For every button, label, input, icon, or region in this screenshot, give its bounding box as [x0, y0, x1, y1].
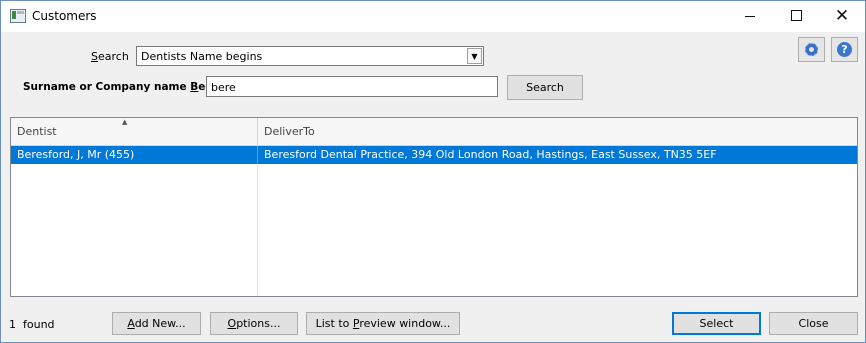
options-accel: O — [227, 317, 237, 330]
cell-deliverto[interactable]: Beresford Dental Practice, 394 Old Londo… — [258, 146, 857, 164]
name-begins-value: bere — [211, 81, 236, 94]
maximize-icon — [790, 10, 802, 21]
table-row[interactable]: Beresford, J, Mr (455) Beresford Dental … — [11, 146, 857, 164]
search-label-accel: S — [91, 50, 98, 63]
search-type-select[interactable]: Dentists Name begins ▼ — [136, 46, 484, 66]
result-count-number: 1 — [9, 318, 16, 331]
results-grid: ▲ Dentist DeliverTo Beresford, J, Mr (45… — [10, 117, 858, 297]
search-type-value: Dentists Name begins — [141, 50, 263, 63]
search-label: Search — [91, 50, 129, 63]
sort-ascending-icon: ▲ — [122, 118, 128, 126]
customers-window: Customers ✕ Search Dentists Name begins … — [0, 0, 866, 343]
options-label: ptions... — [236, 317, 281, 330]
cell-dentist[interactable]: Beresford, J, Mr (455) — [11, 146, 258, 164]
close-window-button[interactable]: ✕ — [819, 1, 865, 32]
gear-icon — [805, 43, 818, 56]
begins-label-prefix: Surname or Company name — [23, 81, 191, 93]
result-count-label: found — [23, 318, 55, 331]
column-header-dentist[interactable]: ▲ Dentist — [11, 118, 258, 145]
select-button[interactable]: Select — [672, 312, 761, 335]
name-begins-input[interactable]: bere — [206, 76, 498, 97]
chevron-down-icon[interactable]: ▼ — [467, 48, 482, 64]
preview-label-prefix: List to — [315, 317, 353, 330]
preview-label-rest: review window... — [359, 317, 451, 330]
add-new-accel: A — [127, 317, 135, 330]
window-title: Customers — [32, 9, 97, 23]
search-label-rest: earch — [97, 50, 129, 63]
add-new-button[interactable]: Add New... — [112, 312, 201, 335]
close-icon: ✕ — [834, 6, 850, 26]
result-count: 1 found — [9, 318, 55, 331]
column-header-dentist-label: Dentist — [17, 125, 57, 138]
title-bar: Customers ✕ — [1, 1, 865, 32]
minimize-icon — [745, 16, 755, 17]
minimize-button[interactable] — [727, 1, 773, 32]
search-button[interactable]: Search — [507, 75, 583, 100]
close-button[interactable]: Close — [769, 312, 858, 335]
list-to-preview-button[interactable]: List to Preview window... — [306, 312, 460, 335]
column-header-deliverto[interactable]: DeliverTo — [258, 118, 857, 145]
settings-button[interactable] — [798, 37, 825, 62]
grid-header: ▲ Dentist DeliverTo — [11, 118, 857, 146]
help-icon: ? — [837, 42, 852, 57]
app-icon — [10, 9, 26, 23]
column-header-deliverto-label: DeliverTo — [264, 125, 315, 138]
column-divider — [257, 145, 258, 296]
begins-label: Surname or Company name Begins — [23, 81, 230, 93]
options-button[interactable]: Options... — [210, 312, 298, 335]
maximize-button[interactable] — [773, 1, 819, 32]
help-button[interactable]: ? — [831, 37, 858, 62]
add-new-label: dd New... — [134, 317, 186, 330]
